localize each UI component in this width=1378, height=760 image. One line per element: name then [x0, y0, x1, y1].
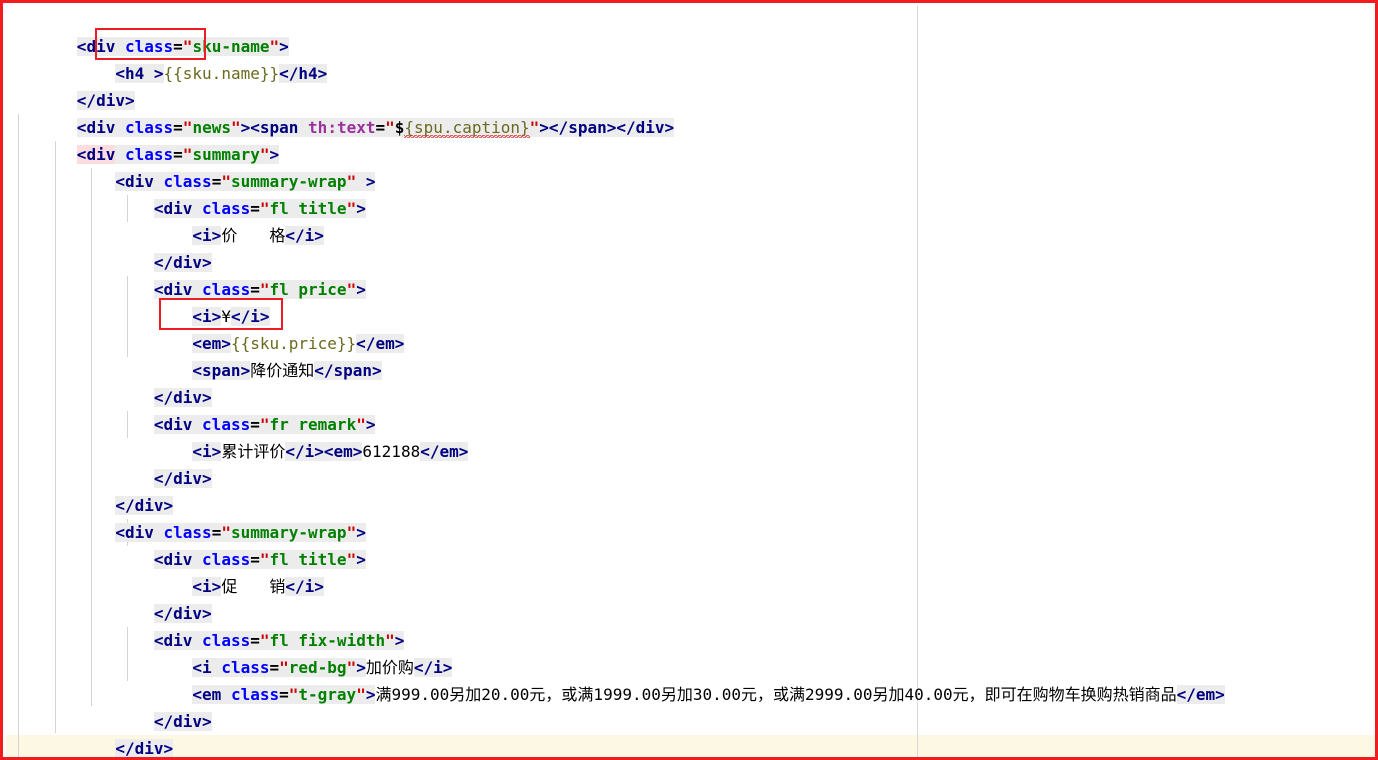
code-line[interactable]: </div> — [19, 708, 174, 757]
caret-line-highlight — [6, 735, 1375, 757]
code-line[interactable]: </div> — [19, 465, 174, 515]
right-margin-guide — [917, 6, 918, 757]
code-line[interactable]: <div class="fl fix-width"> — [19, 600, 405, 650]
code-line[interactable]: <i>价 格</i> — [19, 195, 324, 245]
code-line[interactable]: <div class="news"><span th:text="${spu.c… — [19, 87, 675, 138]
code-line[interactable]: <i class="red-bg">加价购</i> — [19, 627, 453, 677]
editor-annotation-frame: <div class="sku-name"> <h4 >{{sku.name}}… — [0, 0, 1378, 760]
code-line[interactable]: <div class="fl title"> — [19, 519, 366, 569]
code-line[interactable]: <div class="summary-wrap" > — [19, 141, 376, 191]
code-line[interactable]: <span>降价通知</span> — [19, 330, 382, 380]
code-line[interactable]: </div> — [19, 681, 212, 731]
code-line[interactable]: <h4 >{{sku.name}}</h4> — [19, 33, 328, 83]
code-line[interactable]: <div class="fr remark"> — [19, 384, 376, 434]
code-line[interactable]: <i>累计评价</i><em>612188</em> — [19, 411, 469, 461]
code-line[interactable]: <i>¥</i> — [19, 276, 270, 326]
code-line[interactable]: <div class="summary"> — [19, 114, 280, 164]
code-line[interactable]: <div class="summary-wrap"> — [19, 492, 366, 542]
code-line[interactable]: <em class="t-gray">满999.00另加20.00元，或满199… — [19, 654, 1225, 704]
code-line[interactable]: <div class="fl title"> — [19, 168, 366, 218]
code-line[interactable]: </div> — [19, 60, 135, 110]
code-line[interactable]: <div class="sku-name"> — [19, 6, 289, 56]
code-editor-surface[interactable]: <div class="sku-name"> <h4 >{{sku.name}}… — [6, 6, 1375, 757]
code-line[interactable]: <i>促 销</i> — [19, 546, 324, 596]
code-line[interactable]: </div> — [19, 357, 212, 407]
code-line[interactable]: <div class="fl price"> — [19, 249, 366, 299]
code-line[interactable]: </div> — [19, 735, 135, 757]
code-line[interactable]: </div> — [19, 438, 212, 488]
code-line[interactable]: </div> — [19, 222, 212, 272]
code-line[interactable]: <em>{{sku.price}}</em> — [19, 303, 405, 353]
code-line[interactable]: </div> — [19, 573, 212, 623]
